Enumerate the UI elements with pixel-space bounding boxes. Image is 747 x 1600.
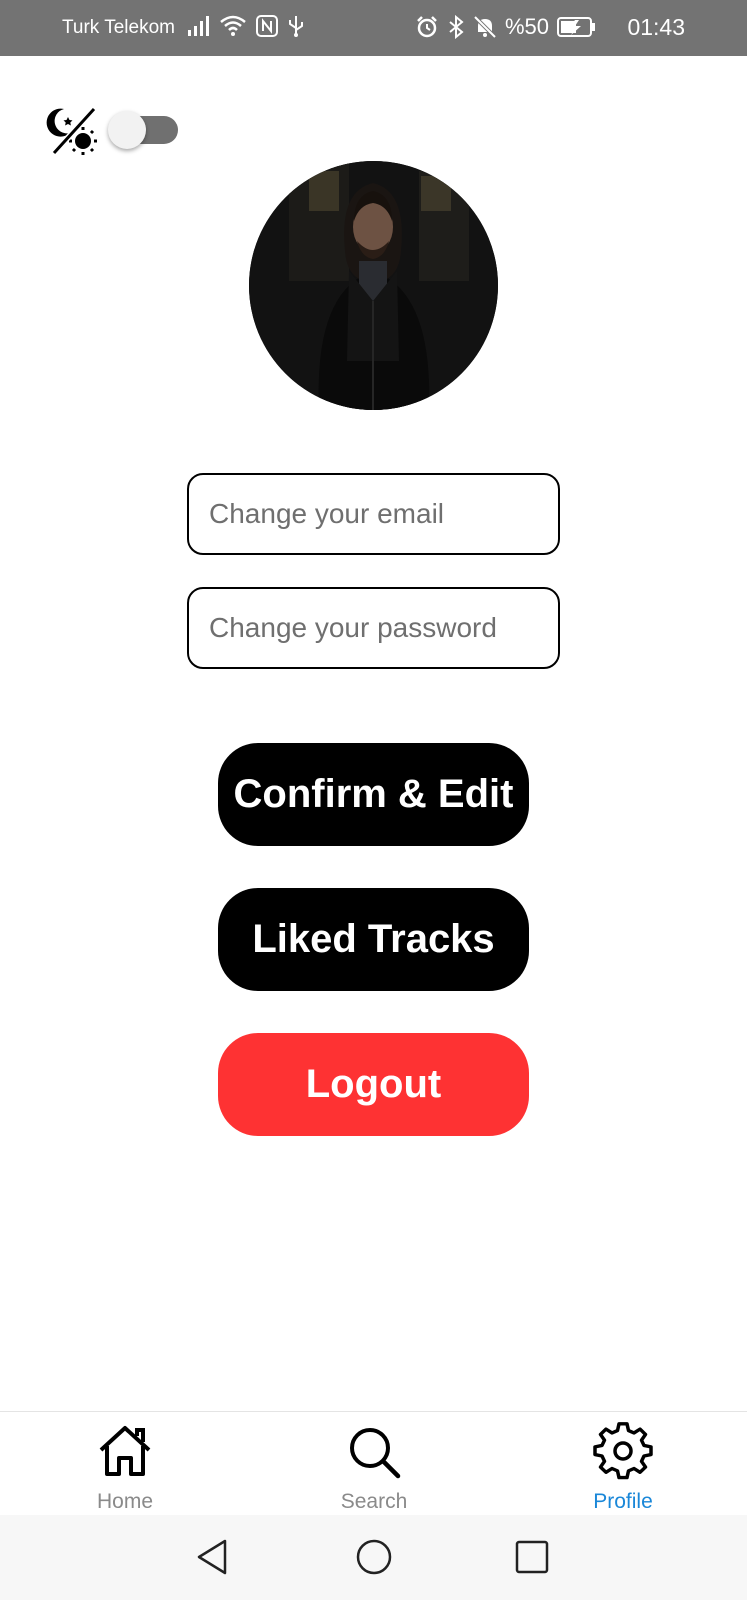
- alarm-icon: [417, 16, 437, 38]
- carrier-name: Turk Telekom: [62, 17, 175, 38]
- usb-icon: [289, 16, 303, 37]
- toggle-knob: [108, 111, 146, 149]
- wifi-icon: [220, 15, 246, 36]
- search-icon: [350, 1428, 401, 1479]
- status-icons-left: [187, 14, 305, 38]
- bottom-tab-bar: Home Search Profile: [0, 1411, 747, 1515]
- tab-search-label: Search: [340, 1490, 408, 1513]
- profile-photo: [249, 161, 498, 410]
- liked-tracks-button[interactable]: Liked Tracks: [218, 888, 529, 991]
- email-field[interactable]: [187, 473, 560, 555]
- home-icon: [99, 1426, 151, 1476]
- password-field[interactable]: [187, 587, 560, 669]
- tab-home[interactable]: Home: [65, 1412, 185, 1516]
- tab-profile-label: Profile: [593, 1490, 653, 1513]
- tab-search[interactable]: Search: [314, 1412, 434, 1516]
- mute-icon: [473, 15, 497, 39]
- signal-icon: [188, 16, 209, 36]
- bluetooth-icon: [449, 15, 464, 39]
- clock: 01:43: [627, 14, 685, 40]
- tab-profile[interactable]: Profile: [563, 1412, 683, 1516]
- status-bar: Turk Telekom %50 01:43: [0, 0, 747, 56]
- logout-button[interactable]: Logout: [218, 1033, 529, 1136]
- battery-charging-icon: [557, 17, 595, 37]
- tab-home-label: Home: [96, 1490, 154, 1513]
- status-icons-right: %50: [415, 14, 597, 40]
- system-nav-bar: [0, 1515, 747, 1600]
- recent-apps-icon[interactable]: [510, 1535, 554, 1579]
- nfc-icon: [256, 15, 278, 37]
- theme-moon-sun-icon[interactable]: [46, 103, 100, 157]
- battery-percent: %50: [504, 14, 549, 39]
- home-circle-icon[interactable]: [352, 1535, 396, 1579]
- avatar: [249, 161, 498, 410]
- theme-toggle[interactable]: [108, 111, 178, 149]
- confirm-edit-button[interactable]: Confirm & Edit: [218, 743, 529, 846]
- gear-icon: [593, 1422, 653, 1480]
- back-icon[interactable]: [191, 1535, 235, 1579]
